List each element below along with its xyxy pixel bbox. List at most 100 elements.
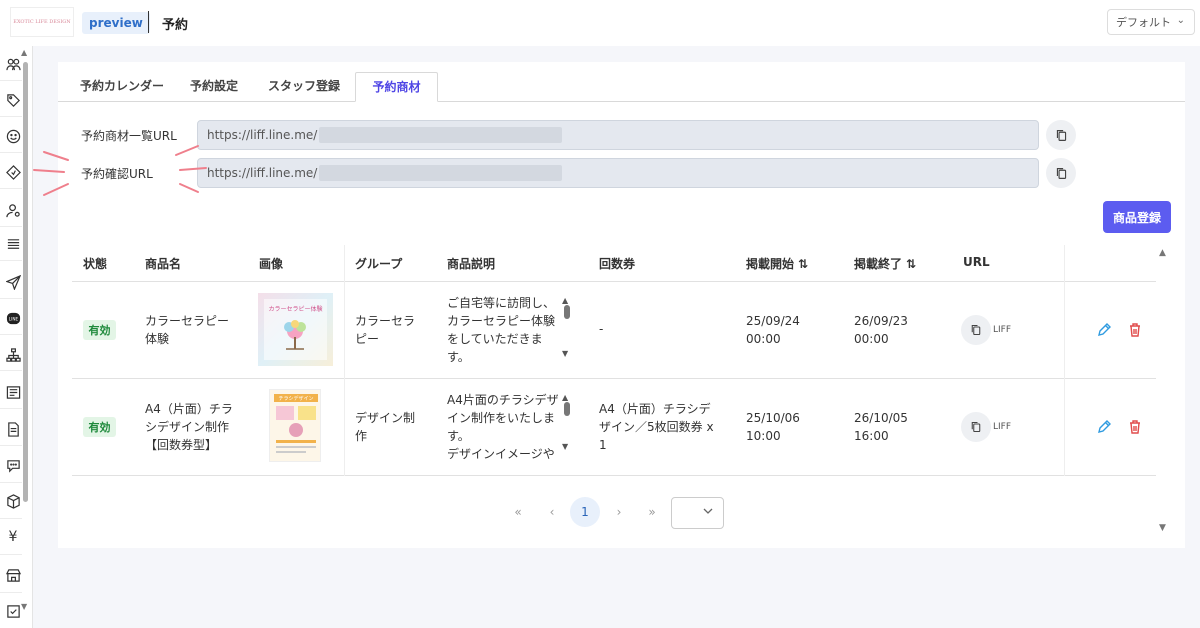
product-group: カラーセラ ピー — [355, 314, 416, 346]
send-icon[interactable] — [4, 273, 22, 291]
delete-icon[interactable] — [1127, 322, 1143, 338]
tab-staff-registration[interactable]: スタッフ登録 — [258, 72, 350, 102]
coupon-info: A4（片面）チラシデ ザイン／5枚回数券 x1 — [599, 402, 714, 452]
table-header: 状態 商品名 画像 グループ 商品説明 回数券 掲載開始 ⇅ 掲載終了 ⇅ UR… — [72, 245, 1156, 282]
product-description: ご自宅等に訪問し、 カラーセラピー体験 をしていただきま す。 — [447, 296, 556, 364]
header-description: 商品説明 — [447, 257, 496, 271]
checklist-icon[interactable] — [4, 602, 22, 620]
table-row[interactable]: 有効 カラーセラピー 体験 カラーセラピー体験 カラーセラ ピー ご自宅等に訪問… — [72, 282, 1156, 379]
status-badge: 有効 — [83, 417, 116, 437]
page-size-select[interactable] — [671, 497, 724, 529]
table-row[interactable]: 有効 A4（片面）チラ シデザイン制作 【回数券型】 チラシデザイン デザイン制… — [72, 379, 1156, 476]
tab-bar: 予約カレンダー 予約設定 スタッフ登録 予約商材 — [58, 72, 1185, 102]
confirm-url-field[interactable]: https://liff.line.me/ — [197, 158, 1039, 188]
edit-icon[interactable] — [1096, 322, 1112, 338]
delete-icon[interactable] — [1127, 419, 1143, 435]
product-group: デザイン制作 — [355, 411, 416, 443]
scroll-down-icon[interactable]: ▼ — [562, 442, 572, 451]
redacted-url-part — [319, 165, 563, 181]
edit-icon[interactable] — [1096, 419, 1112, 435]
left-sidebar: ▲ ▼ LINE ¥ — [0, 46, 33, 628]
main-card: 予約カレンダー 予約設定 スタッフ登録 予約商材 予約商材一覧URL https… — [58, 62, 1185, 548]
scroll-up-icon[interactable]: ▲ — [562, 393, 572, 402]
ticket-icon[interactable] — [4, 163, 22, 181]
chat-icon[interactable] — [4, 456, 22, 474]
pagination: « ‹ 1 › » — [0, 497, 1200, 529]
page-title: 予約 — [162, 18, 189, 33]
store-icon[interactable] — [4, 566, 22, 584]
confirm-url-value: https://liff.line.me/ — [207, 166, 318, 180]
users-icon[interactable] — [4, 55, 22, 73]
product-image[interactable]: チラシデザイン — [269, 389, 321, 462]
prev-page-button[interactable]: ‹ — [537, 497, 567, 527]
tab-reservation-calendar[interactable]: 予約カレンダー — [68, 72, 176, 102]
sidebar-scrollbar[interactable] — [23, 62, 28, 502]
header-product-name: 商品名 — [145, 257, 182, 271]
copy-icon — [971, 421, 981, 433]
copy-icon — [1056, 167, 1066, 179]
app-header: EXOTIC LIFE DESIGN preview 予約 デフォルト ⌄ — [0, 0, 1200, 46]
product-list-url-field[interactable]: https://liff.line.me/ — [197, 120, 1039, 150]
header-end-date[interactable]: 掲載終了 ⇅ — [854, 255, 916, 272]
user-settings-icon[interactable] — [4, 201, 22, 219]
last-page-button[interactable]: » — [637, 497, 667, 527]
hierarchy-icon[interactable] — [4, 346, 22, 364]
product-name[interactable]: A4（片面）チラ シデザイン制作 【回数券型】 — [145, 400, 233, 454]
copy-confirm-url-button[interactable] — [1046, 158, 1076, 188]
register-product-button[interactable]: 商品登録 — [1103, 201, 1171, 233]
status-badge: 有効 — [83, 320, 116, 340]
chevron-down-icon: ⌄ — [1176, 15, 1185, 26]
image-caption-text: チラシデザイン — [279, 395, 314, 402]
liff-label: LIFF — [993, 325, 1012, 335]
first-page-button[interactable]: « — [503, 497, 533, 527]
tag-icon[interactable] — [4, 91, 22, 109]
header-group: グループ — [355, 257, 403, 271]
image-caption-text: カラーセラピー体験 — [268, 305, 322, 313]
tab-reservation-settings[interactable]: 予約設定 — [182, 72, 246, 102]
redacted-url-part — [319, 127, 563, 143]
description-scrollbar[interactable]: ▲ ▼ — [562, 296, 572, 358]
copy-liff-url-button[interactable] — [961, 315, 991, 345]
coupon-info: - — [599, 322, 604, 336]
header-image: 画像 — [259, 257, 284, 271]
svg-text:LINE: LINE — [8, 316, 18, 321]
product-list-url-label: 予約商材一覧URL — [81, 129, 177, 143]
view-select-value: デフォルト — [1116, 16, 1171, 29]
header-coupon: 回数券 — [599, 257, 636, 271]
header-divider — [148, 11, 149, 33]
scroll-down-icon[interactable]: ▼ — [562, 349, 572, 358]
smile-icon[interactable] — [4, 127, 22, 145]
end-date: 26/10/05 16:00 — [854, 411, 908, 443]
preview-badge[interactable]: preview — [82, 12, 150, 34]
line-icon[interactable]: LINE — [4, 309, 22, 327]
list-icon[interactable] — [4, 235, 22, 253]
header-start-date[interactable]: 掲載開始 ⇅ — [746, 255, 808, 272]
end-date: 26/09/23 00:00 — [854, 314, 908, 346]
scroll-up-icon[interactable]: ▲ — [562, 296, 572, 305]
description-scrollbar[interactable]: ▲ ▼ — [562, 393, 572, 451]
tab-reservation-products[interactable]: 予約商材 — [355, 72, 438, 102]
copy-list-url-button[interactable] — [1046, 120, 1076, 150]
copy-icon — [971, 324, 981, 336]
logo-text: EXOTIC LIFE DESIGN — [13, 19, 71, 25]
copy-liff-url-button[interactable] — [961, 412, 991, 442]
confirm-url-label: 予約確認URL — [81, 167, 153, 181]
header-url: URL — [963, 255, 990, 269]
product-description: A4片面のチラシデザ イン制作をいたしま す。 デザインイメージや — [447, 393, 559, 461]
document-icon[interactable] — [4, 420, 22, 438]
chevron-down-icon — [703, 508, 713, 514]
brand-logo[interactable]: EXOTIC LIFE DESIGN — [10, 7, 74, 37]
content-scroll-up-icon[interactable]: ▲ — [1159, 248, 1166, 258]
news-icon[interactable] — [4, 383, 22, 401]
start-date: 25/10/06 10:00 — [746, 411, 800, 443]
page-1-button[interactable]: 1 — [570, 497, 600, 527]
copy-icon — [1056, 129, 1066, 141]
yen-icon[interactable]: ¥ — [4, 528, 22, 546]
product-image[interactable]: カラーセラピー体験 — [258, 293, 333, 366]
view-select[interactable]: デフォルト ⌄ — [1107, 9, 1195, 35]
header-status: 状態 — [83, 257, 108, 271]
product-list-url-value: https://liff.line.me/ — [207, 128, 318, 142]
next-page-button[interactable]: › — [604, 497, 634, 527]
start-date: 25/09/24 00:00 — [746, 314, 800, 346]
product-name[interactable]: カラーセラピー 体験 — [145, 312, 229, 348]
